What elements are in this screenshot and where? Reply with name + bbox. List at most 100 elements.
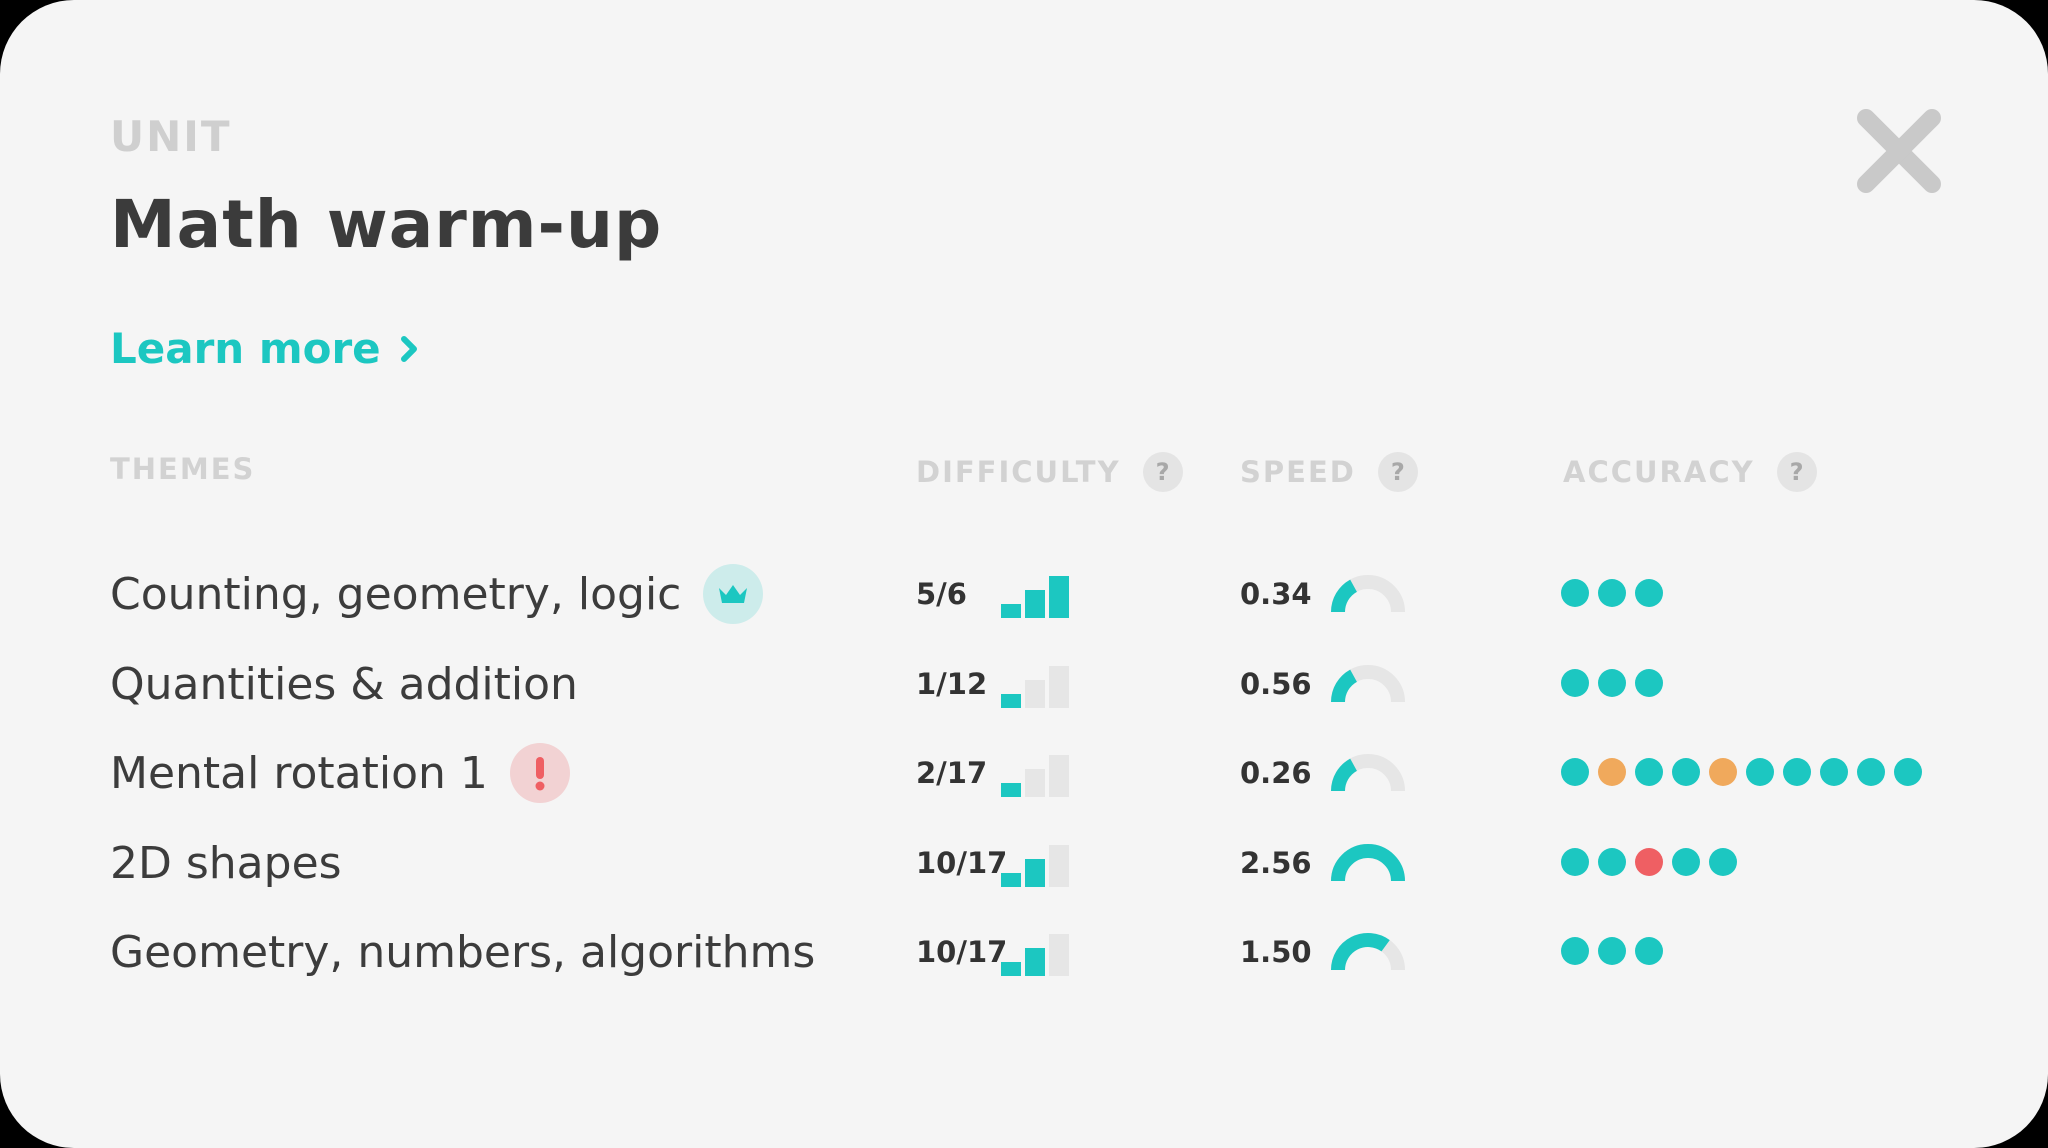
- accuracy-dot-correct: [1561, 848, 1589, 876]
- column-header-speed: SPEED ?: [1240, 452, 1418, 492]
- difficulty-value: 1/12: [916, 667, 988, 701]
- theme-label: Mental rotation 1: [110, 747, 488, 799]
- theme-row[interactable]: Geometry, numbers, algorithms 10/17 1.50: [0, 912, 2048, 992]
- column-header-difficulty: DIFFICULTY ?: [916, 452, 1183, 492]
- theme-row[interactable]: Mental rotation 1 2/17 0.26: [0, 733, 2048, 813]
- theme-name[interactable]: Counting, geometry, logic: [110, 554, 764, 634]
- speed-value: 0.26: [1240, 756, 1312, 790]
- speed-gauge: [1326, 570, 1410, 620]
- speed-gauge-fill: [1331, 669, 1358, 703]
- difficulty-bar: [1049, 666, 1069, 708]
- column-header-themes-label: THEMES: [110, 452, 256, 486]
- speed-value: 2.56: [1240, 846, 1312, 880]
- difficulty-bar: [1025, 948, 1045, 976]
- accuracy-dot-correct: [1783, 758, 1811, 786]
- difficulty-bar: [1049, 845, 1069, 887]
- accuracy-dot-correct: [1598, 937, 1626, 965]
- theme-name[interactable]: Quantities & addition: [110, 644, 578, 724]
- accuracy-dot-correct: [1635, 758, 1663, 786]
- close-icon[interactable]: [1852, 104, 1946, 198]
- difficulty-value: 5/6: [916, 577, 967, 611]
- speed-gauge-graphic: [1331, 844, 1405, 882]
- chevron-right-icon: [400, 335, 417, 362]
- difficulty-bars-graphic: [1001, 576, 1069, 618]
- difficulty-value: 2/17: [916, 756, 988, 790]
- unit-card: UNIT Math warm-up Learn more THEMES DIFF…: [0, 0, 2048, 1148]
- theme-name[interactable]: 2D shapes: [110, 823, 342, 903]
- difficulty-bar: [1025, 680, 1045, 708]
- difficulty-value: 10/17: [916, 846, 1008, 880]
- accuracy-dot-partial: [1709, 758, 1737, 786]
- difficulty-bar: [1001, 694, 1021, 708]
- alert-badge: [509, 743, 570, 803]
- difficulty-bar: [1001, 783, 1021, 797]
- speed-value: 0.34: [1240, 577, 1312, 611]
- difficulty-bar: [1049, 755, 1069, 797]
- speed-value: 0.56: [1240, 667, 1312, 701]
- theme-name[interactable]: Mental rotation 1: [110, 733, 570, 813]
- accuracy-dot-correct: [1635, 937, 1663, 965]
- accuracy-dot-correct: [1635, 669, 1663, 697]
- speed-gauge-fill: [1331, 933, 1390, 971]
- difficulty-bars: [1001, 932, 1073, 980]
- column-header-themes: THEMES: [110, 452, 255, 486]
- page-title: Math warm-up: [110, 186, 663, 263]
- speed-gauge-fill: [1331, 758, 1358, 792]
- accuracy-dot-correct: [1857, 758, 1885, 786]
- accuracy-dot-correct: [1598, 579, 1626, 607]
- crown-badge: [703, 564, 764, 624]
- column-header-accuracy: ACCURACY ?: [1563, 452, 1817, 492]
- theme-row[interactable]: 2D shapes 10/17 2.56: [0, 823, 2048, 903]
- theme-label: Quantities & addition: [110, 658, 578, 710]
- accuracy-dot-correct: [1561, 937, 1589, 965]
- speed-help-icon[interactable]: ?: [1377, 452, 1418, 492]
- speed-gauge: [1326, 839, 1410, 889]
- difficulty-value: 10/17: [916, 935, 1008, 969]
- difficulty-bars-graphic: [1001, 755, 1069, 797]
- difficulty-bar: [1049, 934, 1069, 976]
- theme-label: 2D shapes: [110, 837, 342, 889]
- accuracy-dot-correct: [1561, 758, 1589, 786]
- speed-gauge: [1326, 928, 1410, 978]
- difficulty-bars: [1001, 843, 1073, 891]
- accuracy-dot-correct: [1746, 758, 1774, 786]
- accuracy-dot-correct: [1635, 579, 1663, 607]
- exclamation-icon: [535, 757, 545, 791]
- difficulty-bar: [1025, 859, 1045, 887]
- difficulty-bar: [1025, 590, 1045, 618]
- theme-label: Geometry, numbers, algorithms: [110, 926, 816, 978]
- difficulty-bars-graphic: [1001, 934, 1069, 976]
- speed-gauge-graphic: [1331, 754, 1405, 792]
- column-header-difficulty-label: DIFFICULTY: [916, 455, 1121, 489]
- accuracy-dot-correct: [1672, 848, 1700, 876]
- accuracy-help-icon[interactable]: ?: [1776, 452, 1817, 492]
- column-header-speed-label: SPEED: [1240, 455, 1356, 489]
- difficulty-help-icon[interactable]: ?: [1142, 452, 1183, 492]
- crown-icon: [719, 585, 748, 603]
- unit-label: UNIT: [110, 112, 232, 161]
- theme-name[interactable]: Geometry, numbers, algorithms: [110, 912, 815, 992]
- speed-gauge-fill: [1331, 844, 1405, 882]
- theme-row[interactable]: Quantities & addition 1/12 0.56: [0, 644, 2048, 724]
- accuracy-dot-correct: [1820, 758, 1848, 786]
- difficulty-bars: [1001, 574, 1073, 622]
- speed-gauge: [1326, 749, 1410, 799]
- speed-value: 1.50: [1240, 935, 1312, 969]
- learn-more-label: Learn more: [110, 324, 381, 373]
- difficulty-bars: [1001, 664, 1073, 712]
- difficulty-bar: [1001, 873, 1021, 887]
- column-header-accuracy-label: ACCURACY: [1563, 455, 1755, 489]
- speed-gauge-graphic: [1331, 575, 1405, 613]
- difficulty-bar: [1001, 604, 1021, 618]
- speed-gauge-graphic: [1331, 665, 1405, 703]
- accuracy-dot-correct: [1709, 848, 1737, 876]
- theme-row[interactable]: Counting, geometry, logic 5/6 0.34: [0, 554, 2048, 634]
- difficulty-bars: [1001, 753, 1073, 801]
- learn-more-link[interactable]: Learn more: [110, 324, 421, 373]
- accuracy-dot-correct: [1598, 669, 1626, 697]
- difficulty-bars-graphic: [1001, 845, 1069, 887]
- accuracy-dot-correct: [1598, 848, 1626, 876]
- accuracy-dot-correct: [1894, 758, 1922, 786]
- difficulty-bar: [1025, 769, 1045, 797]
- accuracy-dot-correct: [1561, 669, 1589, 697]
